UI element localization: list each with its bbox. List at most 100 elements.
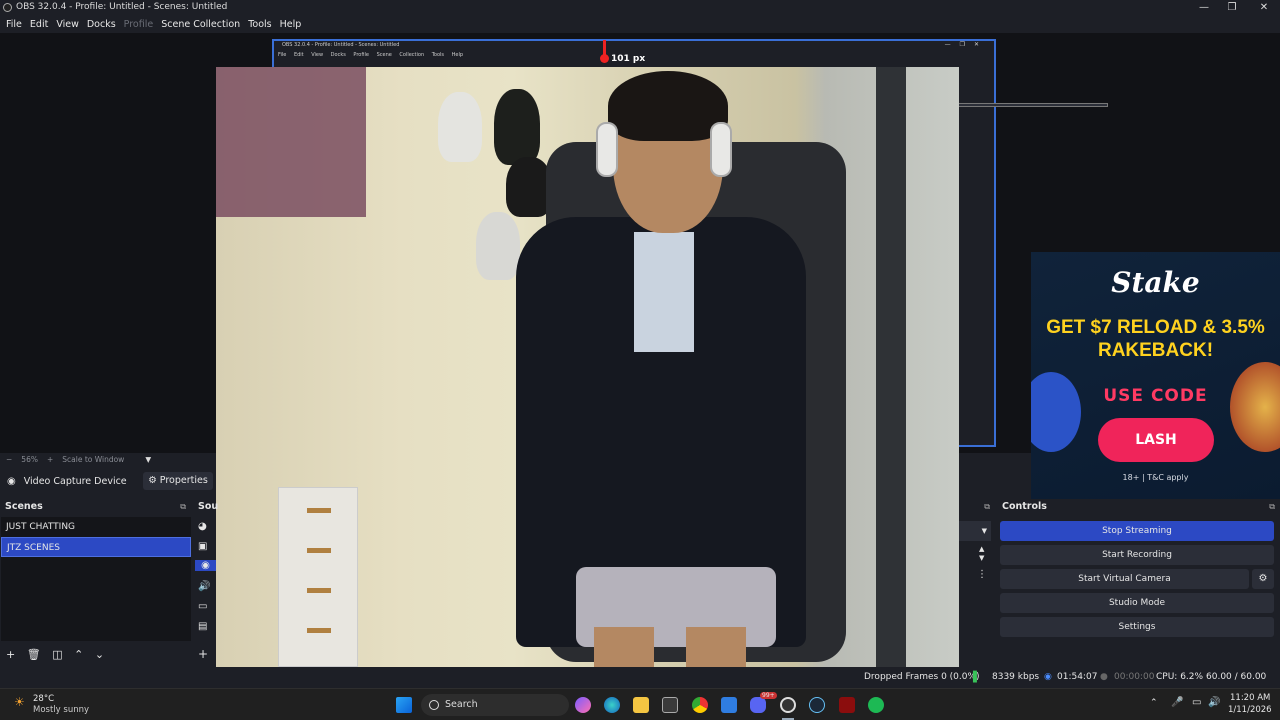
controls-dock: Controls ⧉ Stop Streaming Start Recordin… xyxy=(997,499,1280,667)
chrome-icon[interactable] xyxy=(692,697,708,713)
mail-icon[interactable] xyxy=(721,697,737,713)
measure-guide-handle[interactable] xyxy=(600,54,609,63)
add-source-icon[interactable]: + xyxy=(198,647,214,661)
menu-scene-collection[interactable]: Scene Collection xyxy=(157,19,244,30)
menu-tools[interactable]: Tools xyxy=(244,19,275,30)
undock-icon[interactable]: ⧉ xyxy=(1269,502,1275,512)
stop-streaming-button[interactable]: Stop Streaming xyxy=(1000,521,1274,541)
weather-temp[interactable]: 28°C xyxy=(33,694,54,704)
person-leg xyxy=(686,627,746,667)
stream-time: 01:54:07 xyxy=(1057,672,1098,682)
sources-dock: Sou ◕ ▣ ◉ 🔊 ▭ ▤ + xyxy=(194,499,218,667)
clock-time[interactable]: 11:20 AM xyxy=(1230,693,1270,703)
move-down-icon[interactable]: ⌄ xyxy=(95,648,104,661)
ad-use-code: USE CODE xyxy=(1103,386,1208,406)
copilot-icon[interactable] xyxy=(575,697,591,713)
ad-terms: 18+ | T&C apply xyxy=(1122,473,1189,482)
tray-chevron-up-icon[interactable]: ⌃ xyxy=(1150,698,1158,708)
clock-date[interactable]: 1/11/2026 xyxy=(1228,705,1272,715)
stake-ad-overlay: Stake GET $7 RELOAD & 3.5% RAKEBACK! USE… xyxy=(1031,252,1280,500)
scenes-toolbar: + 🗑 ◫ ⌃ ⌄ xyxy=(6,648,104,661)
spotify-icon[interactable] xyxy=(868,697,884,713)
menu-profile[interactable]: Profile xyxy=(120,19,158,30)
volume-icon[interactable]: 🔊 xyxy=(1208,697,1220,708)
measure-label: 101 px xyxy=(611,54,646,64)
ad-roulette-wheel xyxy=(1230,362,1280,452)
ad-code-button: LASH xyxy=(1098,418,1214,462)
virtual-camera-settings-gear-icon[interactable]: ⚙ xyxy=(1252,569,1274,589)
menu-help[interactable]: Help xyxy=(276,19,306,30)
add-icon[interactable]: + xyxy=(6,648,15,661)
app-icon[interactable] xyxy=(839,697,855,713)
menu-edit[interactable]: Edit xyxy=(26,19,52,30)
edge-browser-icon[interactable] xyxy=(604,697,620,713)
mixer-dropdown[interactable]: ▼ xyxy=(959,521,991,541)
obs-taskbar-icon[interactable] xyxy=(780,697,796,713)
scale-mode[interactable]: Scale to Window xyxy=(62,455,124,464)
camera-icon: ◉ xyxy=(7,475,16,487)
mixer-menu-icon[interactable]: ⋮ xyxy=(977,569,987,580)
person-shirt xyxy=(634,232,694,352)
weather-desc[interactable]: Mostly sunny xyxy=(33,705,89,715)
nested-menu-bar: File Edit View Docks Profile Scene Colle… xyxy=(278,52,464,58)
move-up-icon[interactable]: ⌃ xyxy=(74,648,83,661)
undock-icon[interactable]: ⧉ xyxy=(180,502,186,512)
window-title-bar: OBS 32.0.4 - Profile: Untitled - Scenes:… xyxy=(0,0,1280,15)
zoom-in-icon[interactable]: + xyxy=(47,455,53,464)
filter-icon[interactable]: ◫ xyxy=(52,648,62,661)
menu-docks[interactable]: Docks xyxy=(83,19,120,30)
taskbar-search[interactable]: Search xyxy=(421,694,569,716)
camera-source-icon[interactable]: ◉ xyxy=(195,560,216,571)
network-icon[interactable]: ▭ xyxy=(1192,697,1201,708)
steam-icon[interactable] xyxy=(809,697,825,713)
gamepad-source-icon[interactable]: ▤ xyxy=(198,621,214,632)
nested-window-title: OBS 32.0.4 - Profile: Untitled - Scenes:… xyxy=(282,42,400,48)
headphones xyxy=(596,122,618,177)
record-icon: ● xyxy=(1100,672,1108,682)
signal-bars-icon: ▌ xyxy=(973,672,981,683)
close-button[interactable]: ✕ xyxy=(1248,0,1280,15)
store-icon[interactable] xyxy=(662,697,678,713)
maximize-button[interactable]: ❐ xyxy=(1216,0,1248,15)
status-bar: Dropped Frames 0 (0.0%) ▌ 8339 kbps ◉ 01… xyxy=(0,667,1280,703)
studio-mode-button[interactable]: Studio Mode xyxy=(1000,593,1274,613)
audio-source-icon[interactable]: 🔊 xyxy=(198,581,214,592)
mixer-spinner[interactable]: ▲ ▼ xyxy=(979,545,984,563)
zoom-out-icon[interactable]: − xyxy=(6,455,12,464)
microphone-icon[interactable]: 🎤 xyxy=(1171,697,1183,708)
headphones xyxy=(710,122,732,177)
properties-button[interactable]: ⚙ Properties xyxy=(143,472,213,490)
browser-source-icon[interactable]: ◕ xyxy=(198,521,214,532)
image-source-icon[interactable]: ▣ xyxy=(198,541,214,552)
windows-start-icon[interactable] xyxy=(396,697,412,713)
scene-item-just-chatting[interactable]: JUST CHATTING xyxy=(1,517,191,537)
controls-dock-title: Controls xyxy=(997,499,1280,515)
start-recording-button[interactable]: Start Recording xyxy=(1000,545,1274,565)
windows-taskbar: ☀ 28°C Mostly sunny Search 99+ ⌃ 🎤 ▭ 🔊 1… xyxy=(0,688,1280,720)
undock-icon[interactable]: ⧉ xyxy=(984,502,990,512)
start-virtual-camera-button[interactable]: Start Virtual Camera xyxy=(1000,569,1249,589)
scenes-list: JUST CHATTING JTZ SCENES xyxy=(1,517,191,641)
ad-headline: GET $7 RELOAD & 3.5% RAKEBACK! xyxy=(1046,317,1265,361)
bitrate: 8339 kbps xyxy=(992,672,1040,682)
window-title: OBS 32.0.4 - Profile: Untitled - Scenes:… xyxy=(16,2,228,12)
settings-button[interactable]: Settings xyxy=(1000,617,1274,637)
discord-icon[interactable] xyxy=(750,697,766,713)
trash-icon[interactable]: 🗑 xyxy=(27,648,41,661)
ad-cricket-ball xyxy=(1031,372,1081,452)
scene-item-jtz-scenes[interactable]: JTZ SCENES xyxy=(1,537,191,557)
cap xyxy=(494,89,540,165)
file-explorer-icon[interactable] xyxy=(633,697,649,713)
chevron-down-icon[interactable]: ▼ xyxy=(145,455,151,464)
obs-app-icon xyxy=(3,3,12,12)
cap xyxy=(438,92,482,162)
menu-bar: File Edit View Docks Profile Scene Colle… xyxy=(0,15,1280,33)
webcam-feed[interactable] xyxy=(216,67,959,667)
menu-view[interactable]: View xyxy=(52,19,83,30)
zoom-level: 56% xyxy=(21,455,38,464)
scenes-dock-title: Scenes xyxy=(0,499,191,515)
dropped-frames: Dropped Frames 0 (0.0%) xyxy=(864,672,980,682)
menu-file[interactable]: File xyxy=(2,19,26,30)
display-source-icon[interactable]: ▭ xyxy=(198,601,214,612)
person-leg xyxy=(594,627,654,667)
